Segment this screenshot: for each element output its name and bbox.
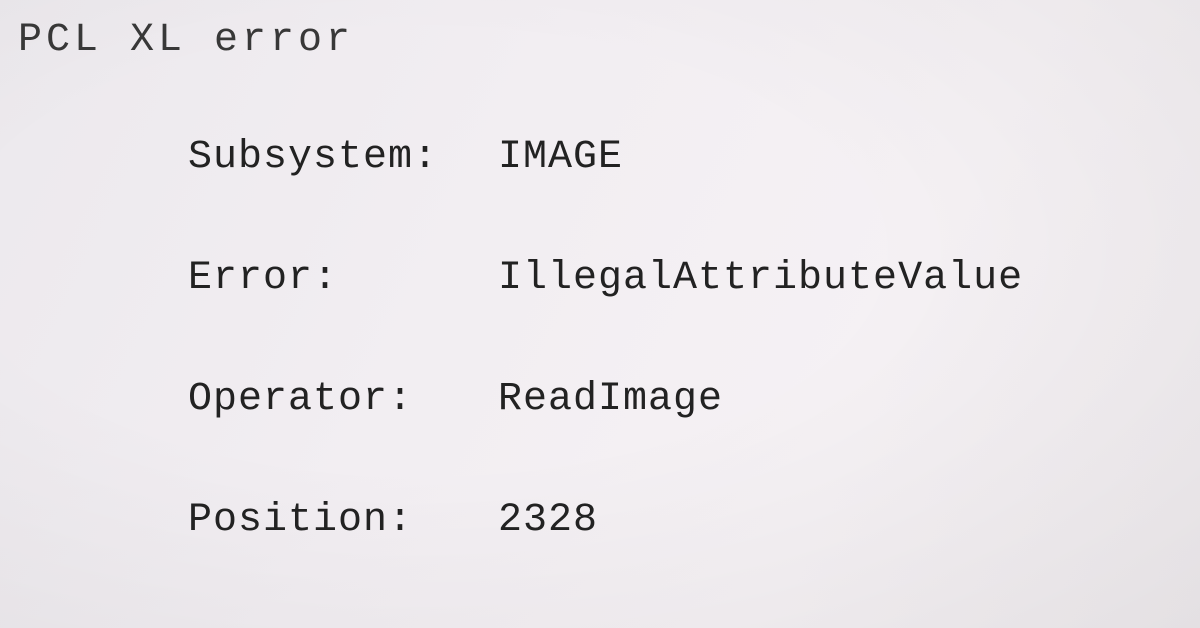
row-subsystem: Subsystem: IMAGE: [188, 135, 1200, 180]
label-error: Error:: [188, 256, 498, 301]
error-page: PCL XL error Subsystem: IMAGE Error: Ill…: [0, 0, 1200, 543]
label-subsystem: Subsystem:: [188, 135, 498, 180]
label-position: Position:: [188, 498, 498, 543]
row-operator: Operator: ReadImage: [188, 377, 1200, 422]
label-operator: Operator:: [188, 377, 498, 422]
error-title: PCL XL error: [18, 18, 1200, 63]
row-position: Position: 2328: [188, 498, 1200, 543]
value-error: IllegalAttributeValue: [498, 256, 1023, 301]
error-fields: Subsystem: IMAGE Error: IllegalAttribute…: [188, 135, 1200, 543]
row-error: Error: IllegalAttributeValue: [188, 256, 1200, 301]
value-subsystem: IMAGE: [498, 135, 623, 180]
value-operator: ReadImage: [498, 377, 723, 422]
value-position: 2328: [498, 498, 598, 543]
